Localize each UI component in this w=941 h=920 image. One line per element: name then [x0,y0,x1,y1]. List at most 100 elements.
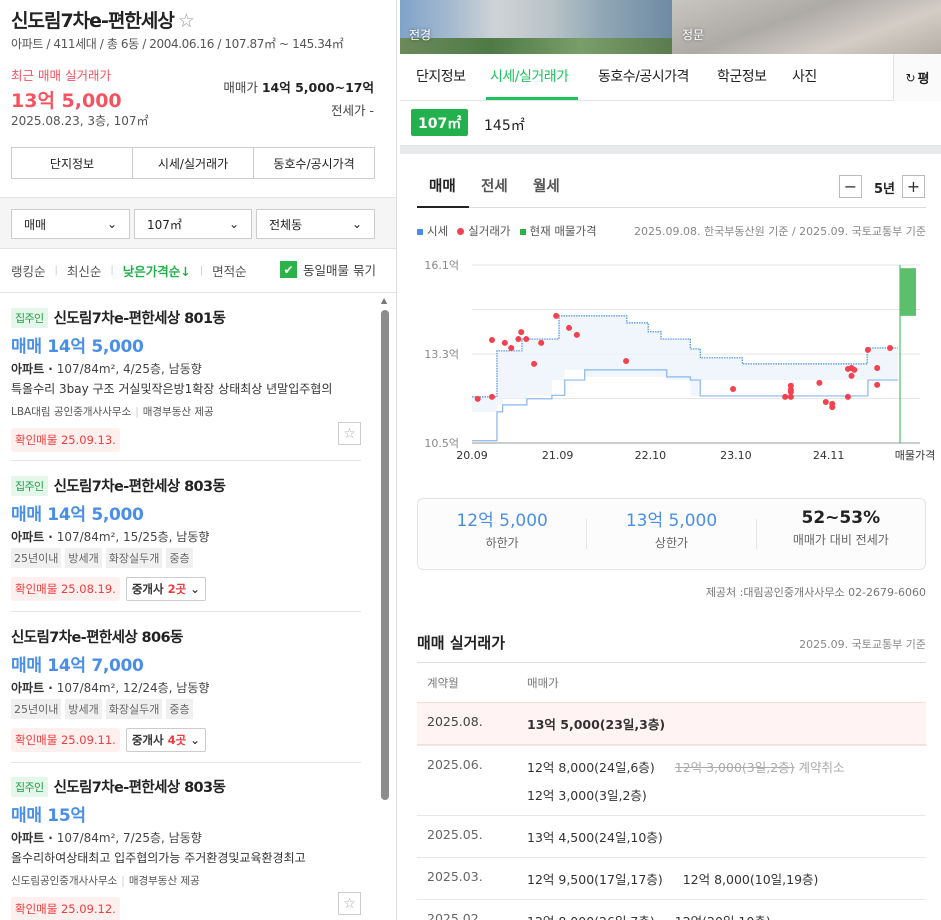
list-item[interactable]: 집주인 신도림7차e-편한세상 803동 매매 14억 5,000 아파트 · 1… [11,475,361,601]
scroll-up-arrow[interactable]: ▲ [381,296,387,305]
list-item[interactable]: 집주인 신도림7차e-편한세상 801동 매매 14억 5,000 아파트 · 1… [11,307,361,452]
listing-description: 특올수리 3bay 구조 거실및작은방1확장 상태최상 년말입주협의 [11,382,333,396]
deal-point [844,393,851,400]
photo-strip: 전경 정문 [400,0,941,54]
complex-info-button[interactable]: 단지정보 [12,148,133,178]
table-row: 2025.03. 12억 9,500(17일,17층) 12억 8,000(10일,… [417,857,926,899]
listing-spec: 아파트 · 107/84m², 15/25층, 남동향 [11,530,210,544]
data-provider: 제공처 :대림공인중개사사무소 02-2679-6060 [705,586,926,599]
chart-basis: 2025.09.08. 한국부동산원 기준 / 2025.09. 국토교통부 기… [634,225,926,238]
deal-point [566,324,573,331]
deal-point [488,337,495,344]
transactions-basis: 2025.09. 국토교통부 기준 [799,638,926,651]
y-tick-label: 16.1억 [424,259,459,272]
deal-point [553,312,560,319]
listing-title: 신도림7차e-편한세상 803동 [53,780,226,796]
area-107[interactable]: 107㎡ [411,109,469,136]
list-item[interactable]: 신도림7차e-편한세상 806동 매매 14억 7,000 아파트 · 107/… [11,626,361,752]
pyeong-toggle[interactable]: ↻ 평 [893,54,941,101]
listing-spec: 아파트 · 107/84m², 7/25층, 남동향 [11,831,202,845]
tab-photos[interactable]: 사진 [792,66,817,86]
sort-ranking[interactable]: 랭킹순 [11,261,46,280]
listing-range-bar [900,268,916,316]
listing-title: 신도림7차e-편한세상 801동 [53,311,226,327]
dong-select[interactable]: 전체동 ⌄ [256,209,375,239]
brokers-dropdown[interactable]: 중개사 2곳 ⌄ [125,577,206,601]
tab-sale[interactable]: 매매 [429,175,456,196]
price-stats: 12억 5,000 하한가 13억 5,000 상한가 52~53% 매매가 대비 전… [417,498,926,570]
complex-title: 신도림7차e-편한세상 ☆ [11,10,195,32]
chart-legend: 시세 실거래가 현재 매물가격 [417,223,597,239]
jeonse-price: 전세가 - [330,103,374,118]
listing-price: 매매 14억 7,000 [11,656,144,676]
star-icon[interactable]: ☆ [338,422,361,445]
listing-spec: 아파트 · 107/84m², 4/25층, 남동향 [11,362,202,376]
listing-spec: 아파트 · 107/84m², 12/24층, 남동향 [11,681,210,695]
complex-summary: 아파트 / 411세대 / 총 6동 / 2004.06.16 / 107.87… [11,37,344,51]
sort-latest[interactable]: 최신순 [67,261,102,280]
listing-panel: 신도림7차e-편한세상 ☆ 아파트 / 411세대 / 총 6동 / 2004.0… [0,0,397,920]
period-increase-button[interactable]: + [902,175,925,198]
listing-price: 매매 14억 5,000 [11,337,144,357]
tab-monthly[interactable]: 월세 [533,175,560,196]
x-tick-label-listing: 매물가격 [895,449,935,462]
x-tick-label: 20.09 [456,449,488,462]
recent-deal-price: 13억 5,000 [11,90,122,112]
deal-point [887,344,894,351]
deal-point [874,364,881,371]
period-decrease-button[interactable]: − [839,175,862,198]
star-icon[interactable]: ☆ [338,892,361,915]
area-145[interactable]: 145㎡ [484,115,525,135]
listing-price: 매매 15억 [11,806,86,826]
detail-tabs: 단지정보 시세/실거래가 동호수/공시가격 학군정보 사진 [400,54,941,101]
deal-point [538,339,545,346]
photo-gate[interactable] [672,0,941,54]
scrollbar-thumb[interactable] [381,310,389,800]
deal-point [782,393,789,400]
transactions-table: 계약월 매매가 2025.08. 13억 5,000(23일,3층) 2025.06… [417,662,926,920]
chevron-down-icon: ⌄ [351,217,362,231]
tab-unit-price[interactable]: 동호수/공시가격 [598,66,689,86]
confirmed-badge: 확인매물 25.09.12. [11,897,120,920]
tab-school[interactable]: 학군정보 [717,66,767,86]
confirmed-badge: 확인매물 25.08.19. [11,577,120,601]
check-icon: ✔ [280,261,297,278]
unit-price-button[interactable]: 동호수/공시가격 [254,148,374,178]
brokers-dropdown[interactable]: 중개사 4곳 ⌄ [125,728,206,752]
y-tick-label: 13.3억 [424,348,459,361]
sale-price-range: 매매가 14억 5,000~17억 [223,80,374,95]
deal-point [730,385,737,392]
chevron-down-icon: ⌄ [228,217,239,231]
favorite-star-icon[interactable]: ☆ [178,10,195,32]
tab-complex-info[interactable]: 단지정보 [416,66,466,86]
group-same-checkbox[interactable]: ✔ 동일매물 묶기 [280,260,376,279]
y-tick-label: 10.5억 [424,437,459,450]
confirmed-badge: 확인매물 25.09.13. [11,428,120,452]
legend-deal: 실거래가 [457,223,511,239]
price-button[interactable]: 시세/실거래가 [133,148,254,178]
confirmed-badge: 확인매물 25.09.11. [11,728,120,752]
price-chart[interactable]: 16.1억 13.3억 10.5억20.09 21.09 22.10 23.10 24.11… [400,250,941,470]
sort-area[interactable]: 면적순 [212,261,247,280]
tab-jeonse[interactable]: 전세 [481,175,508,196]
stat-ratio: 52~53% 매매가 대비 전세가 [792,508,889,547]
deal-point [501,339,508,346]
owner-badge: 집주인 [11,475,48,496]
area-select[interactable]: 107㎡ ⌄ [134,209,252,239]
list-item[interactable]: 집주인 신도림7차e-편한세상 803동 매매 15억 아파트 · 107/84m… [11,776,361,920]
transactions-title: 매매 실거래가 [417,634,506,652]
deal-point [573,331,580,338]
x-tick-label: 22.10 [635,449,667,462]
x-tick-label: 23.10 [720,449,752,462]
photo-exterior[interactable] [400,0,672,54]
x-tick-label: 21.09 [542,449,574,462]
sort-low-price[interactable]: 낮은가격순↓ [123,261,191,280]
deal-point [515,336,522,343]
tab-price[interactable]: 시세/실거래가 [490,66,569,86]
table-row: 2025.06. 12억 8,000(24일,6층) 12억 3,000(3일,2층… [417,745,926,815]
trade-type-select[interactable]: 매매 ⌄ [11,209,130,239]
deal-point [874,381,881,388]
stat-lower: 12억 5,000 하한가 [418,511,588,550]
listing-title: 신도림7차e-편한세상 803동 [53,479,226,495]
listing-description: 올수리하여상태최고 입주협의가능 주거환경및교육환경최고 [11,851,306,865]
